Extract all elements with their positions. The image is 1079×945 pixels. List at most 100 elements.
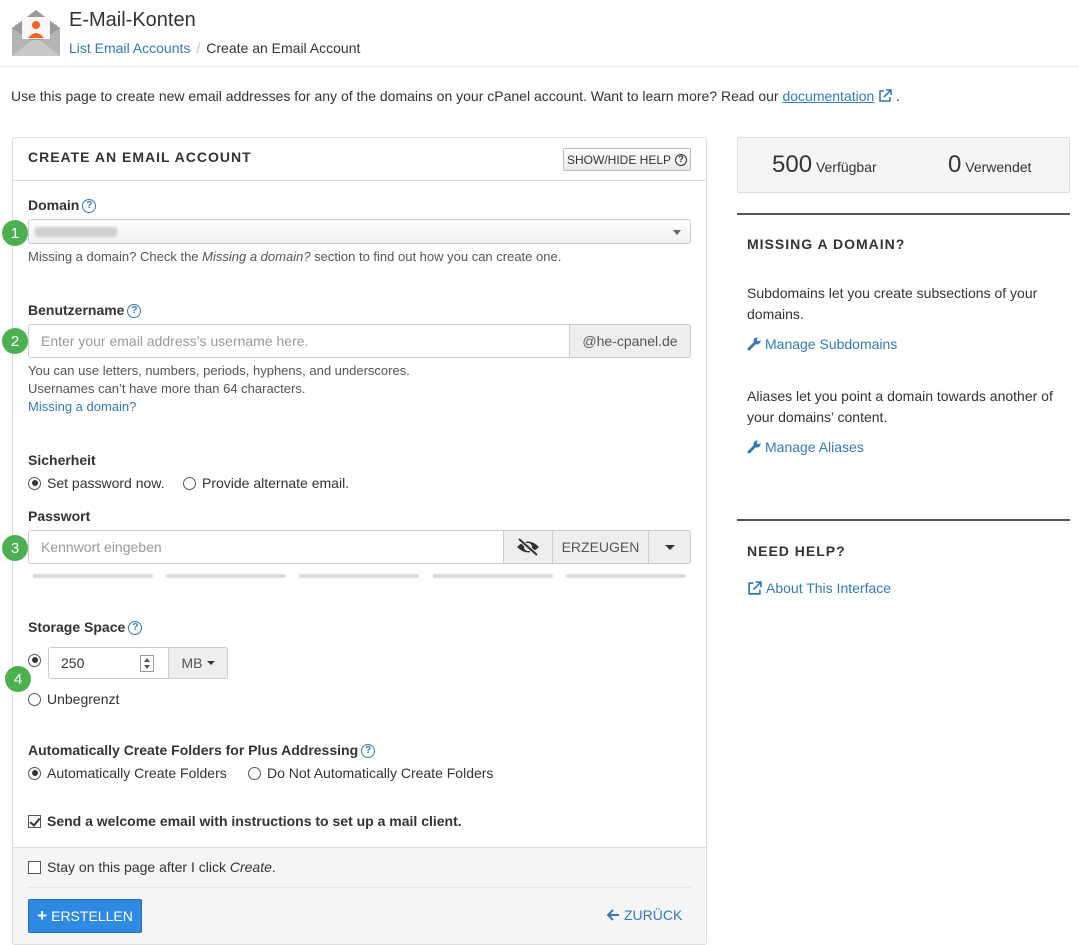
manage-aliases-link[interactable]: Manage Aliases — [747, 439, 864, 455]
password-strength-segment-5 — [566, 574, 686, 578]
domain-hint-pre: Missing a domain? Check the — [28, 249, 203, 264]
missing-domain-title: MISSING A DOMAIN? — [747, 236, 906, 252]
storage-custom-radio[interactable] — [28, 653, 41, 667]
manage-subdomains-link[interactable]: Manage Subdomains — [747, 336, 897, 352]
about-interface-link[interactable]: About This Interface — [747, 580, 891, 596]
intro-text-body: Use this page to create new email addres… — [11, 88, 783, 104]
external-link-icon — [879, 89, 893, 102]
breadcrumb-current: Create an Email Account — [206, 40, 361, 56]
plus-auto-create-radio[interactable] — [28, 766, 41, 780]
username-hint-2: Usernames can’t have more than 64 charac… — [28, 381, 306, 396]
back-link-label: ZURÜCK — [624, 907, 683, 923]
stay-on-page-option[interactable]: Stay on this page after I click Create. — [28, 859, 276, 875]
toggle-password-visibility-button[interactable] — [503, 530, 553, 564]
username-label-text: Benutzername — [28, 302, 125, 318]
domain-hint: Missing a domain? Check the Missing a do… — [28, 249, 561, 264]
available-count: 500 — [772, 151, 813, 178]
subdomains-text: Subdomains let you create subsections of… — [747, 285, 1038, 322]
manage-subdomains-label: Manage Subdomains — [765, 336, 898, 352]
spinner-arrows-icon[interactable] — [140, 655, 154, 672]
used-stat: 0 Verwendet — [948, 151, 1031, 179]
aliases-text: Aliases let you point a domain towards a… — [747, 388, 1053, 425]
back-link[interactable]: ZURÜCK — [607, 907, 682, 923]
storage-unlimited-option[interactable]: Unbegrenzt — [28, 691, 119, 707]
eye-slash-icon — [517, 538, 539, 556]
wrench-icon — [747, 440, 761, 454]
available-label: Verfügbar — [815, 159, 877, 175]
welcome-email-label: Send a welcome email with instructions t… — [47, 813, 462, 829]
footer-divider — [28, 887, 691, 888]
storage-unlimited-radio[interactable] — [28, 692, 41, 706]
domain-label-text: Domain — [28, 197, 80, 213]
security-label: Sicherheit — [28, 452, 96, 468]
wrench-icon — [747, 337, 761, 351]
sidebar-divider-2 — [737, 519, 1070, 521]
need-help-title: NEED HELP? — [747, 543, 846, 559]
storage-quota-input[interactable]: 250 — [48, 647, 169, 679]
external-link-icon — [748, 580, 762, 595]
storage-unit-dropdown[interactable]: MB — [168, 647, 228, 679]
welcome-email-option[interactable]: Send a welcome email with instructions t… — [28, 813, 462, 829]
header-divider — [0, 66, 1079, 67]
used-count: 0 — [948, 151, 962, 178]
storage-unit-label: MB — [181, 655, 203, 671]
domain-select[interactable] — [28, 219, 691, 244]
generate-password-button[interactable]: ERZEUGEN — [552, 530, 649, 564]
sidebar-divider — [737, 213, 1070, 215]
storage-help-icon[interactable]: ? — [128, 621, 143, 636]
breadcrumb: List Email Accounts / Create an Email Acco… — [69, 40, 360, 56]
create-button-label: ERSTELLEN — [51, 908, 133, 924]
set-password-label: Set password now. — [47, 475, 165, 491]
account-stats: 500 Verfügbar 0 Verwendet — [737, 137, 1070, 193]
intro-text: Use this page to create new email addres… — [11, 88, 900, 104]
step-badge-4: 4 — [5, 666, 31, 692]
security-alternate-email-option[interactable]: Provide alternate email. — [183, 475, 349, 491]
create-button[interactable]: + ERSTELLEN — [28, 899, 142, 933]
domain-hint-em: Missing a domain? — [202, 249, 311, 264]
password-strength-segment-1 — [33, 574, 153, 578]
stay-on-page-checkbox[interactable] — [28, 860, 41, 874]
step-badge-3: 3 — [2, 535, 28, 561]
documentation-link[interactable]: documentation — [782, 88, 874, 104]
domain-value-blurred — [35, 227, 117, 237]
security-set-password-option[interactable]: Set password now. — [28, 475, 165, 491]
about-interface-label: About This Interface — [766, 580, 892, 596]
show-hide-help-label: SHOW/HIDE HELP — [566, 152, 671, 167]
plus-icon: + — [37, 906, 48, 925]
alternate-email-radio[interactable] — [183, 476, 196, 490]
domain-suffix-addon: @he-cpanel.de — [569, 324, 691, 358]
generate-options-dropdown[interactable] — [648, 530, 691, 564]
password-label: Passwort — [28, 508, 91, 524]
available-stat: 500 Verfügbar — [772, 151, 877, 179]
arrow-left-icon — [607, 909, 619, 921]
plus-auto-create-option[interactable]: Automatically Create Folders — [28, 765, 227, 781]
domain-label: Domain? — [28, 197, 97, 214]
intro-suffix: . — [896, 88, 900, 104]
password-input[interactable]: Kennwort eingeben — [28, 530, 504, 564]
used-label: Verwendet — [965, 159, 1032, 175]
set-password-radio[interactable] — [28, 476, 41, 490]
welcome-email-checkbox[interactable] — [28, 814, 41, 828]
plus-auto-create-label: Automatically Create Folders — [47, 765, 227, 781]
plus-no-auto-create-option[interactable]: Do Not Automatically Create Folders — [248, 765, 493, 781]
domain-help-icon[interactable]: ? — [82, 199, 97, 214]
plus-no-auto-create-label: Do Not Automatically Create Folders — [267, 765, 494, 781]
plus-addressing-help-icon[interactable]: ? — [361, 744, 376, 759]
page-title: E-Mail-Konten — [69, 9, 196, 31]
alternate-email-label: Provide alternate email. — [202, 475, 350, 491]
show-hide-help-button[interactable]: SHOW/HIDE HELP ? — [563, 148, 691, 171]
password-strength-segment-4 — [433, 574, 553, 578]
plus-addressing-label: Automatically Create Folders for Plus Ad… — [28, 742, 376, 759]
missing-domain-link[interactable]: Missing a domain? — [28, 399, 136, 414]
username-input[interactable]: Enter your email address’s username here… — [28, 324, 570, 358]
password-strength-segment-3 — [299, 574, 419, 578]
plus-addressing-label-text: Automatically Create Folders for Plus Ad… — [28, 742, 359, 758]
email-accounts-app-icon — [10, 8, 62, 58]
storage-quota-value: 250 — [61, 655, 85, 671]
plus-no-auto-create-radio[interactable] — [248, 766, 261, 780]
panel-title: CREATE AN EMAIL ACCOUNT — [28, 149, 252, 165]
stay-on-page-label-em: Create — [229, 859, 272, 875]
username-help-icon[interactable]: ? — [127, 304, 142, 319]
caret-down-icon — [206, 661, 215, 665]
breadcrumb-list-accounts-link[interactable]: List Email Accounts — [69, 40, 190, 56]
